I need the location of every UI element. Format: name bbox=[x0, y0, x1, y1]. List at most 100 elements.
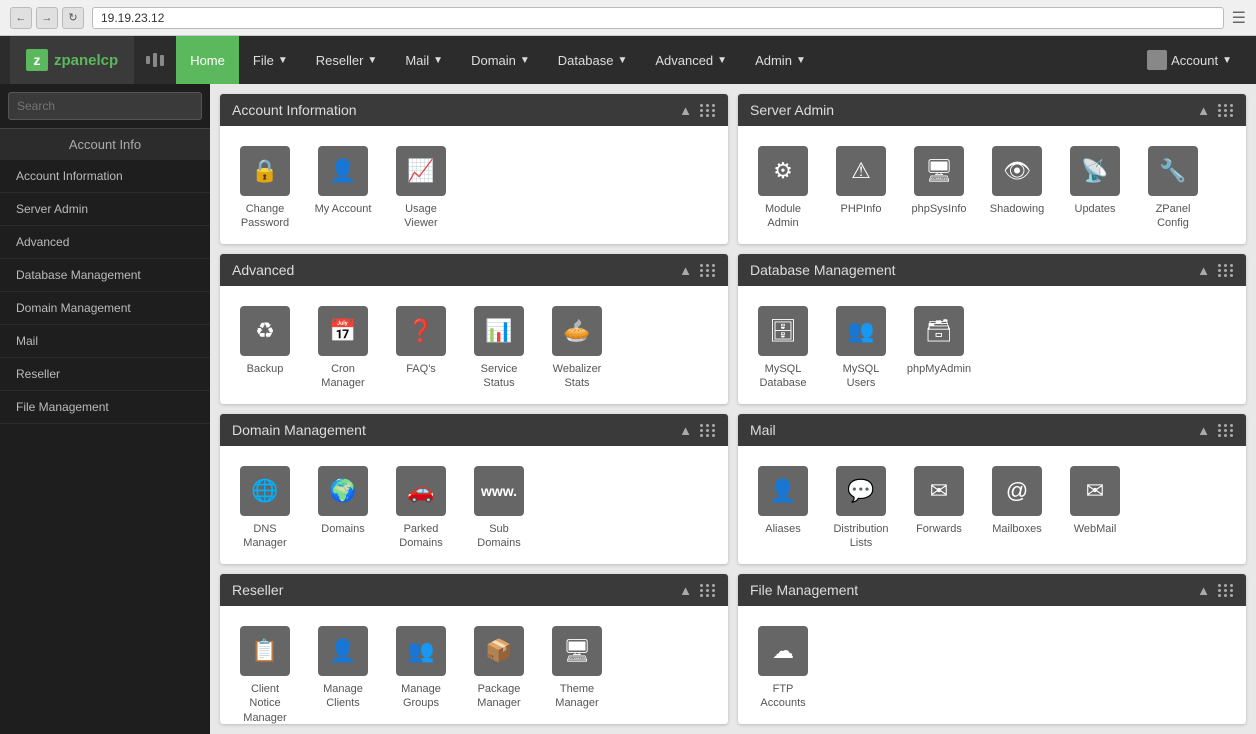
collapse-icon[interactable]: ▲ bbox=[679, 583, 692, 598]
grid-icon[interactable] bbox=[700, 264, 716, 277]
nav-stats-icon bbox=[134, 53, 176, 67]
panel-advanced-controls[interactable]: ▲ bbox=[679, 263, 716, 278]
module-mysql-users[interactable]: 👥 MySQL Users bbox=[826, 302, 896, 395]
search-input[interactable] bbox=[8, 92, 202, 120]
grid-icon[interactable] bbox=[1218, 264, 1234, 277]
module-distribution-lists[interactable]: 💬 Distribution Lists bbox=[826, 462, 896, 555]
module-service-status[interactable]: 📊 Service Status bbox=[464, 302, 534, 395]
sidebar-item-server-admin[interactable]: Server Admin bbox=[0, 193, 210, 226]
nav-mail[interactable]: Mail ▼ bbox=[391, 36, 457, 84]
collapse-icon[interactable]: ▲ bbox=[1197, 103, 1210, 118]
nav-advanced[interactable]: Advanced ▼ bbox=[641, 36, 741, 84]
panel-file-mgmt-controls[interactable]: ▲ bbox=[1197, 583, 1234, 598]
mysql-users-label: MySQL Users bbox=[830, 362, 892, 391]
collapse-icon[interactable]: ▲ bbox=[1197, 263, 1210, 278]
module-manage-clients[interactable]: 👤 Manage Clients bbox=[308, 622, 378, 724]
mysql-database-label: MySQL Database bbox=[752, 362, 814, 391]
grid-icon[interactable] bbox=[700, 104, 716, 117]
nav-database[interactable]: Database ▼ bbox=[544, 36, 642, 84]
module-parked-domains[interactable]: 🚗 Parked Domains bbox=[386, 462, 456, 555]
module-domains[interactable]: 🌍 Domains bbox=[308, 462, 378, 555]
module-theme-manager[interactable]: 🖥 Theme Manager bbox=[542, 622, 612, 724]
refresh-button[interactable]: ↻ bbox=[62, 7, 84, 29]
module-ftp-accounts[interactable]: ☁ FTP Accounts bbox=[748, 622, 818, 715]
address-bar[interactable] bbox=[92, 7, 1224, 29]
module-aliases[interactable]: 👤 Aliases bbox=[748, 462, 818, 555]
grid-icon[interactable] bbox=[700, 584, 716, 597]
panel-database-mgmt-header: Database Management ▲ bbox=[738, 254, 1246, 286]
collapse-icon[interactable]: ▲ bbox=[1197, 583, 1210, 598]
module-backup[interactable]: ♻ Backup bbox=[230, 302, 300, 395]
panel-domain-mgmt-controls[interactable]: ▲ bbox=[679, 423, 716, 438]
module-package-manager[interactable]: 📦 Package Manager bbox=[464, 622, 534, 724]
module-zpanel-news[interactable]: 📰 ZPanel News bbox=[748, 243, 818, 244]
module-module-admin[interactable]: ⚙ Module Admin bbox=[748, 142, 818, 235]
module-phpsysinfo[interactable]: 🖥 phpSysInfo bbox=[904, 142, 974, 235]
collapse-icon[interactable]: ▲ bbox=[1197, 423, 1210, 438]
grid-icon[interactable] bbox=[1218, 104, 1234, 117]
question-icon: ❓ bbox=[396, 306, 446, 356]
package-manager-label: Package Manager bbox=[468, 682, 530, 711]
grid-icon[interactable] bbox=[700, 424, 716, 437]
module-mysql-database[interactable]: 🗄 MySQL Database bbox=[748, 302, 818, 395]
nav-file[interactable]: File ▼ bbox=[239, 36, 302, 84]
sidebar-item-file-mgmt[interactable]: File Management bbox=[0, 391, 210, 424]
collapse-icon[interactable]: ▲ bbox=[679, 423, 692, 438]
panel-database-mgmt-title: Database Management bbox=[750, 262, 896, 278]
sidebar-item-domain-mgmt[interactable]: Domain Management bbox=[0, 292, 210, 325]
forward-button[interactable]: → bbox=[36, 7, 58, 29]
module-shadowing[interactable]: 👁 Shadowing bbox=[982, 142, 1052, 235]
browser-nav-controls[interactable]: ← → ↻ bbox=[10, 7, 84, 29]
clients-icon: 👤 bbox=[318, 626, 368, 676]
module-cron-manager[interactable]: 📅 Cron Manager bbox=[308, 302, 378, 395]
module-updates[interactable]: 📡 Updates bbox=[1060, 142, 1130, 235]
notice-icon: 📋 bbox=[240, 626, 290, 676]
module-phpmyadmin[interactable]: 🗃 phpMyAdmin bbox=[904, 302, 974, 395]
updates-label: Updates bbox=[1075, 202, 1116, 216]
module-usage-viewer[interactable]: 📈 Usage Viewer bbox=[386, 142, 456, 235]
module-my-account[interactable]: 👤 My Account bbox=[308, 142, 378, 235]
nav-admin[interactable]: Admin ▼ bbox=[741, 36, 820, 84]
panel-domain-mgmt-body: 🌐 DNS Manager 🌍 Domains 🚗 Parked Domains… bbox=[220, 446, 728, 564]
module-webalizer-stats[interactable]: 🥧 Webalizer Stats bbox=[542, 302, 612, 395]
module-forwards[interactable]: ✉ Forwards bbox=[904, 462, 974, 555]
panel-mail-controls[interactable]: ▲ bbox=[1197, 423, 1234, 438]
collapse-icon[interactable]: ▲ bbox=[679, 103, 692, 118]
nav-home[interactable]: Home bbox=[176, 36, 239, 84]
sidebar-item-advanced[interactable]: Advanced bbox=[0, 226, 210, 259]
panel-account-info-controls[interactable]: ▲ bbox=[679, 103, 716, 118]
panel-database-mgmt-controls[interactable]: ▲ bbox=[1197, 263, 1234, 278]
module-faqs[interactable]: ❓ FAQ's bbox=[386, 302, 456, 395]
logo[interactable]: z zpanelcp bbox=[10, 36, 134, 84]
sidebar-item-reseller[interactable]: Reseller bbox=[0, 358, 210, 391]
panel-reseller-controls[interactable]: ▲ bbox=[679, 583, 716, 598]
module-dns-manager[interactable]: 🌐 DNS Manager bbox=[230, 462, 300, 555]
module-client-notice-manager[interactable]: 📋 Client Notice Manager bbox=[230, 622, 300, 724]
panel-server-admin-controls[interactable]: ▲ bbox=[1197, 103, 1234, 118]
grid-icon[interactable] bbox=[1218, 584, 1234, 597]
stats-icon: 📊 bbox=[474, 306, 524, 356]
module-phpinfo[interactable]: ⚠ PHPInfo bbox=[826, 142, 896, 235]
nav-reseller[interactable]: Reseller ▼ bbox=[302, 36, 392, 84]
module-change-password[interactable]: 🔒 Change Password bbox=[230, 142, 300, 235]
panel-server-admin-header: Server Admin ▲ bbox=[738, 94, 1246, 126]
collapse-icon[interactable]: ▲ bbox=[679, 263, 692, 278]
back-button[interactable]: ← bbox=[10, 7, 32, 29]
browser-chrome: ← → ↻ ☰ bbox=[0, 0, 1256, 36]
module-manage-groups[interactable]: 👥 Manage Groups bbox=[386, 622, 456, 724]
nav-domain[interactable]: Domain ▼ bbox=[457, 36, 544, 84]
panel-mail-header: Mail ▲ bbox=[738, 414, 1246, 446]
module-webmail[interactable]: ✉ WebMail bbox=[1060, 462, 1130, 555]
sidebar-item-account-info[interactable]: Account Information bbox=[0, 160, 210, 193]
sidebar-item-database-mgmt[interactable]: Database Management bbox=[0, 259, 210, 292]
nav-database-arrow: ▼ bbox=[617, 55, 627, 66]
gear-icon: ⚙ bbox=[758, 146, 808, 196]
module-mailboxes[interactable]: @ Mailboxes bbox=[982, 462, 1052, 555]
signal-icon: 📡 bbox=[1070, 146, 1120, 196]
nav-account[interactable]: Account ▼ bbox=[1133, 36, 1246, 84]
grid-icon[interactable] bbox=[1218, 424, 1234, 437]
sidebar-item-mail[interactable]: Mail bbox=[0, 325, 210, 358]
module-zpanel-config[interactable]: 🔧 ZPanel Config bbox=[1138, 142, 1208, 235]
module-sub-domains[interactable]: www. Sub Domains bbox=[464, 462, 534, 555]
domains-label: Domains bbox=[321, 522, 364, 536]
